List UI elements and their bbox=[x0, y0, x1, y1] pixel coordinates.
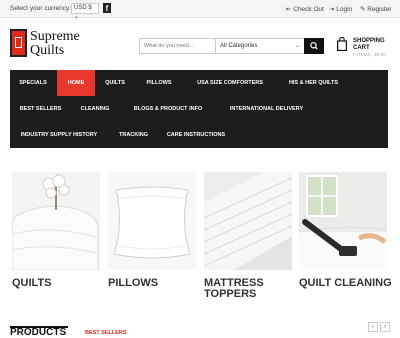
nav-item-quilts[interactable]: QUILTS bbox=[95, 70, 135, 96]
logo-mark bbox=[10, 29, 27, 57]
category-select-label: All Categories bbox=[220, 43, 258, 49]
site-logo[interactable]: Supreme Quilts bbox=[10, 29, 89, 61]
cart-summary: 0 ITEMS - $0.00 bbox=[353, 52, 386, 57]
tab-best-sellers[interactable]: BEST SELLERS bbox=[85, 330, 127, 336]
nav-item-home[interactable]: HOME bbox=[57, 70, 95, 96]
register-link[interactable]: ✎ Register bbox=[360, 5, 391, 13]
carousel-next-button[interactable]: › bbox=[380, 322, 390, 332]
mattress-toppers-image bbox=[204, 172, 292, 270]
products-heading: PRODUCTS bbox=[10, 327, 67, 338]
search-bar: All Categories ⌄ bbox=[139, 38, 324, 54]
facebook-icon[interactable]: f bbox=[103, 3, 111, 13]
shopping-cart[interactable]: SHOPPING CART 0 ITEMS - $0.00 bbox=[337, 37, 397, 57]
nav-item-care-instructions[interactable]: CARE INSTRUCTIONS bbox=[159, 122, 233, 148]
login-link[interactable]: ⇥ Login bbox=[329, 5, 352, 13]
currency-select[interactable]: USD $ ⌄ bbox=[71, 3, 99, 20]
search-button[interactable] bbox=[304, 38, 324, 54]
nav-item-his-her-quilts[interactable]: HIS & HER QUILTS bbox=[277, 70, 350, 96]
nav-item-tracking[interactable]: TRACKING bbox=[108, 122, 159, 148]
category-title-pillows: PILLOWS bbox=[108, 277, 159, 289]
carousel-prev-button[interactable]: ‹ bbox=[368, 322, 378, 332]
nav-item-cleaning[interactable]: CLEANING bbox=[71, 96, 119, 122]
logo-word-quilts: Quilts bbox=[30, 43, 65, 58]
category-title-quilts: QUILTS bbox=[12, 277, 52, 289]
logo-word-supreme: Supreme bbox=[30, 29, 80, 44]
nav-item-specials[interactable]: SPECIALS bbox=[10, 70, 56, 96]
pillows-image bbox=[108, 172, 196, 270]
shopping-bag-icon bbox=[337, 37, 347, 51]
top-bar: Select your currency: USD $ ⌄ f ⇤ Check … bbox=[0, 0, 400, 20]
nav-item-blogs-product-info[interactable]: BLOGS & PRODUCT INFO bbox=[119, 96, 217, 122]
search-icon bbox=[310, 42, 318, 50]
quilts-image bbox=[12, 172, 100, 270]
nav-item-pillows[interactable]: PILLOWS bbox=[135, 70, 183, 96]
search-input[interactable] bbox=[140, 39, 214, 53]
nav-item-industry-supply-history[interactable]: INDUSTRY SUPPLY HISTORY bbox=[10, 122, 108, 148]
header: Supreme Quilts All Categories ⌄ SHOPPING… bbox=[0, 18, 400, 70]
cart-label: SHOPPING CART bbox=[353, 38, 385, 51]
chevron-down-icon: ⌄ bbox=[294, 43, 300, 49]
quilt-cleaning-image bbox=[299, 172, 387, 270]
main-nav: SPECIALS HOME QUILTS PILLOWS USA SIZE CO… bbox=[10, 70, 388, 148]
nav-item-international-delivery[interactable]: INTERNATIONAL DELIVERY bbox=[217, 96, 316, 122]
currency-label: Select your currency: bbox=[10, 5, 72, 12]
category-select[interactable]: All Categories ⌄ bbox=[215, 39, 303, 53]
nav-item-best-sellers[interactable]: BEST SELLERS bbox=[10, 96, 71, 122]
category-title-quilt-cleaning: QUILT CLEANING bbox=[299, 277, 392, 289]
checkout-link[interactable]: ⇤ Check Out bbox=[286, 5, 324, 13]
nav-item-usa-size-comforters[interactable]: USA SIZE COMFORTERS bbox=[183, 70, 277, 96]
category-title-mattress-toppers: MATTRESS TOPPERS bbox=[204, 277, 264, 300]
